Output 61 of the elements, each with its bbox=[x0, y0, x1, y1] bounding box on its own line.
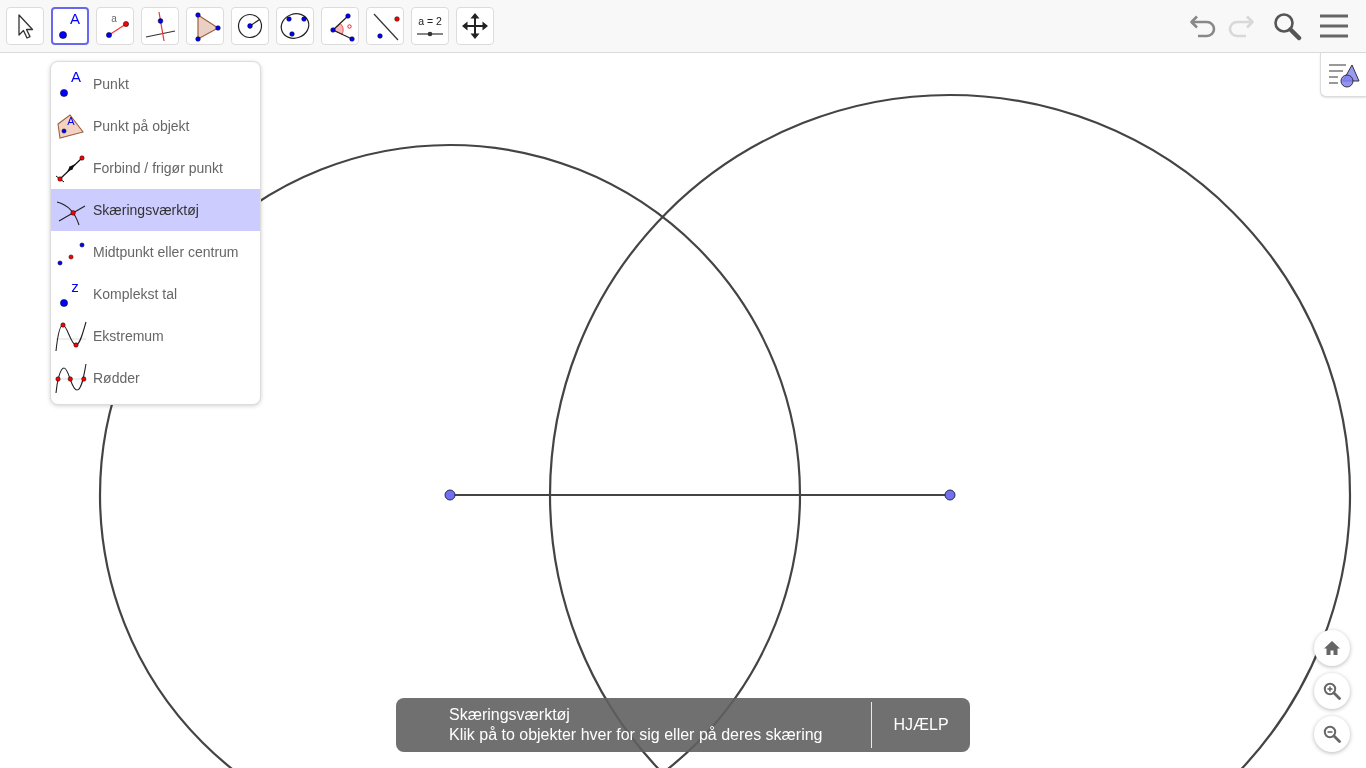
icon-letter: a bbox=[111, 13, 117, 24]
tool-button[interactable] bbox=[186, 7, 224, 45]
menu-item[interactable]: Forbind / frigør punkt bbox=[51, 147, 260, 189]
point-marker bbox=[444, 489, 456, 501]
tooltip-title: Skæringsværktøj bbox=[449, 705, 571, 725]
circle-icon bbox=[237, 13, 263, 39]
menu-icon bbox=[1320, 14, 1348, 38]
zoom-in-button[interactable] bbox=[1314, 673, 1350, 709]
tool-button[interactable] bbox=[321, 7, 359, 45]
help-button[interactable]: HJÆLP bbox=[871, 702, 970, 748]
wave-extremum-icon bbox=[55, 321, 87, 352]
tool-button[interactable] bbox=[231, 7, 269, 45]
intersecting-curves-icon bbox=[56, 201, 86, 226]
tool-button[interactable] bbox=[366, 7, 404, 45]
undo-icon bbox=[1190, 15, 1216, 38]
ellipse-icon bbox=[280, 13, 310, 39]
redo-icon bbox=[1228, 15, 1254, 38]
search-icon bbox=[1274, 13, 1302, 41]
menu-item[interactable]: z Komplekst tal bbox=[51, 273, 260, 315]
icon-letter: A bbox=[67, 115, 75, 127]
tool-button[interactable] bbox=[141, 7, 179, 45]
icon-letter: A bbox=[70, 10, 80, 27]
icon-letter: a = 2 bbox=[418, 15, 442, 27]
three-points-icon bbox=[57, 242, 85, 266]
tool-button[interactable] bbox=[456, 7, 494, 45]
list-shapes-icon bbox=[1327, 63, 1359, 87]
tooltip-description: Klik på to objekter hver for sig eller på deres skæring bbox=[449, 725, 824, 745]
tool-button[interactable]: a bbox=[96, 7, 134, 45]
slider-icon bbox=[416, 31, 444, 37]
point-marker bbox=[944, 489, 956, 501]
triangle-icon bbox=[195, 12, 221, 42]
tool-button[interactable]: a = 2 bbox=[411, 7, 449, 45]
menu-item[interactable]: Rødder bbox=[51, 357, 260, 399]
point-on-shape-icon bbox=[57, 114, 84, 139]
home-button[interactable] bbox=[1314, 630, 1350, 666]
menu-item[interactable]: Midtpunkt eller centrum bbox=[51, 231, 260, 273]
angle-icon bbox=[330, 13, 355, 42]
perpendicular-line-icon bbox=[145, 11, 176, 42]
point-icon bbox=[60, 89, 68, 97]
home-icon bbox=[1324, 641, 1340, 655]
zoom-in-icon bbox=[1323, 682, 1341, 700]
tool-button[interactable] bbox=[276, 7, 314, 45]
icon-letter: A bbox=[71, 68, 81, 85]
tool-button[interactable]: A bbox=[51, 7, 89, 45]
tool-button[interactable] bbox=[6, 7, 44, 45]
menu-item[interactable]: A Punkt bbox=[51, 63, 260, 105]
arrow-cursor-icon bbox=[18, 14, 34, 39]
segment-arrows-icon bbox=[55, 155, 85, 183]
segment-icon bbox=[106, 21, 129, 38]
style-bar-button[interactable] bbox=[1320, 53, 1366, 97]
menu-item[interactable]: Skæringsværktøj bbox=[51, 189, 260, 231]
four-way-arrow-icon bbox=[462, 13, 488, 39]
menu-item[interactable]: A Punkt på objekt bbox=[51, 105, 260, 147]
wave-roots-icon bbox=[55, 363, 87, 394]
point-icon bbox=[59, 31, 67, 39]
zoom-out-icon bbox=[1323, 725, 1341, 743]
zoom-out-button[interactable] bbox=[1314, 716, 1350, 752]
menu-item[interactable]: Ekstremum bbox=[51, 315, 260, 357]
line-and-points-icon bbox=[373, 13, 400, 41]
point-icon bbox=[60, 299, 68, 307]
icon-letter: z bbox=[71, 278, 79, 295]
